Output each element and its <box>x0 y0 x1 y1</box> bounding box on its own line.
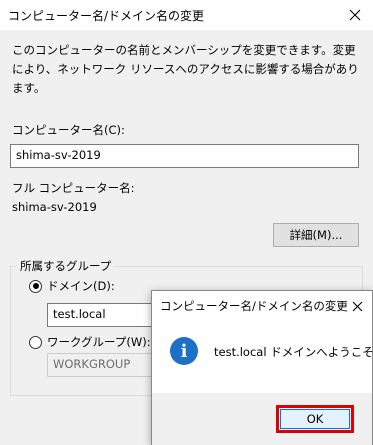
workgroup-input[interactable]: WORKGROUP <box>47 353 167 377</box>
message-footer: OK <box>152 393 372 445</box>
computer-name-label: コンピューター名(C): <box>12 123 125 137</box>
details-button[interactable]: 詳細(M)... <box>273 223 359 247</box>
main-titlebar: コンピューター名/ドメイン名の変更 <box>0 0 373 30</box>
computer-name-input[interactable]: shima-sv-2019 <box>10 144 359 168</box>
domain-radio-label: ドメイン(D): <box>47 279 115 293</box>
ok-button[interactable]: OK <box>276 405 354 433</box>
info-icon: i <box>170 337 198 365</box>
message-text: test.local ドメインへようこそ。 <box>214 345 373 359</box>
radio-checked-icon <box>29 279 42 293</box>
dialog-description: このコンピューターの名前とメンバーシップを変更できます。変更により、ネットワーク… <box>12 43 359 95</box>
full-name-value: shima-sv-2019 <box>12 200 97 214</box>
domain-input[interactable]: test.local <box>47 303 167 327</box>
message-body: i test.local ドメインへようこそ。 <box>152 321 373 393</box>
message-close-button[interactable] <box>342 291 372 321</box>
welcome-message-box: コンピューター名/ドメイン名の変更 i test.local ドメインへようこそ… <box>151 290 373 445</box>
message-box-title: コンピューター名/ドメイン名の変更 <box>160 299 348 313</box>
message-titlebar: コンピューター名/ドメイン名の変更 <box>152 291 372 321</box>
workgroup-radio[interactable]: ワークグループ(W): <box>29 334 151 350</box>
member-group-legend: 所属するグループ <box>17 258 115 274</box>
main-close-button[interactable] <box>337 0 373 30</box>
main-dialog-title: コンピューター名/ドメイン名の変更 <box>8 9 205 23</box>
radio-unchecked-icon <box>29 335 42 349</box>
workgroup-radio-label: ワークグループ(W): <box>47 335 151 349</box>
close-icon <box>352 301 362 311</box>
close-icon <box>349 9 361 21</box>
full-name-label: フル コンピューター名: <box>12 181 135 195</box>
domain-radio[interactable]: ドメイン(D): <box>29 278 115 294</box>
